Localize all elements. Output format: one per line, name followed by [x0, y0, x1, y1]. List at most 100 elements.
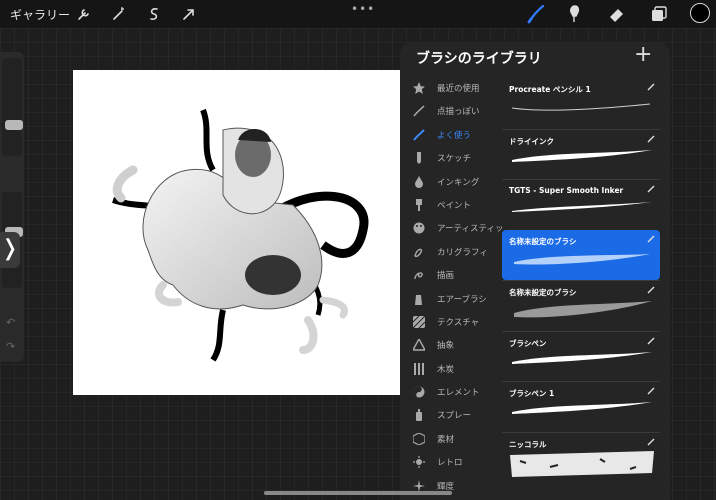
scribble-icon [414, 272, 423, 280]
feather-stroke-icon [413, 105, 425, 117]
brush-stroke-preview [510, 450, 654, 477]
category-item[interactable]: 点描っぽい [400, 101, 503, 124]
category-label: 輝度 [437, 481, 455, 492]
airbrush-icon [415, 294, 422, 305]
category-item[interactable]: エレメント [400, 382, 503, 405]
category-item[interactable]: レトロ [400, 452, 503, 475]
category-label: スケッチ [437, 154, 472, 165]
brush-size-slider[interactable] [2, 58, 23, 156]
star-icon [413, 82, 425, 94]
yin-yang-icon [413, 386, 425, 398]
brush-library-panel: ブラシのライブラリ + 最近の使用 点描っぽい よく使う スケッチ インキング ペイントア… [400, 42, 670, 500]
brush-item[interactable]: Procreate ペンシル 1 [502, 78, 660, 129]
undo-icon[interactable]: ↶ [6, 316, 15, 329]
brush-edit-icon[interactable] [647, 83, 655, 91]
brush-edit-icon[interactable] [647, 337, 655, 345]
smudge-icon[interactable] [565, 4, 585, 24]
selection-icon[interactable] [145, 5, 163, 23]
brush-item[interactable]: 名称未設定のブラシ [502, 229, 660, 280]
category-item[interactable]: ペイント [400, 195, 503, 218]
brush-size-thumb[interactable] [5, 120, 23, 130]
brush-stroke-preview [512, 351, 652, 364]
triangle-icon [413, 339, 425, 351]
brush-icon[interactable] [526, 4, 546, 24]
more-options-button[interactable]: ••• [351, 2, 375, 16]
brush-edit-icon[interactable] [647, 387, 655, 395]
category-item[interactable]: 描画 [400, 265, 503, 288]
top-toolbar: ギャラリー ••• [0, 0, 716, 28]
sidebar-toggle-chevron-icon[interactable]: ❭ [0, 232, 20, 268]
paint-brush-icon [416, 198, 422, 211]
wrench-icon[interactable] [75, 5, 93, 23]
category-item[interactable]: スケッチ [400, 148, 503, 171]
brush-item[interactable]: ニッコラル [502, 431, 660, 483]
category-item[interactable]: テクスチャ [400, 312, 503, 335]
category-label: よく使う [437, 130, 472, 141]
calligraphy-icon [414, 248, 423, 257]
category-label: エアーブラシ [437, 294, 487, 305]
category-label: 木炭 [437, 364, 455, 375]
category-item[interactable]: よく使う [400, 125, 503, 148]
home-indicator[interactable] [264, 491, 452, 495]
category-item[interactable]: カリグラフィ [400, 242, 503, 265]
category-item[interactable]: 最近の使用 [400, 78, 503, 101]
brush-item[interactable]: ブラシペン [502, 330, 660, 382]
redo-icon[interactable]: ↷ [6, 340, 15, 353]
category-label: カリグラフィ [437, 247, 488, 258]
magic-wand-icon[interactable] [110, 5, 128, 23]
category-label: アーティスティック [437, 224, 503, 235]
brush-stroke-preview [514, 301, 652, 318]
charcoal-icon [414, 362, 424, 375]
palette-icon [413, 222, 425, 234]
category-item[interactable]: インキング [400, 172, 503, 195]
brush-stroke-preview [512, 402, 652, 414]
category-label: エレメント [437, 388, 480, 399]
ink-drop-icon [415, 175, 423, 188]
category-label: 最近の使用 [437, 84, 480, 94]
category-label: 点描っぽい [437, 107, 480, 118]
brush-edit-icon[interactable] [647, 185, 655, 193]
sparkle-icon [413, 479, 425, 492]
brush-stroke-preview [511, 103, 651, 111]
category-label: レトロ [437, 458, 463, 469]
add-brush-button[interactable]: + [634, 42, 652, 67]
category-item[interactable]: 木炭 [400, 359, 503, 382]
left-sidebar: ↶ ↷ [0, 52, 24, 362]
brush-edit-icon[interactable] [647, 438, 655, 446]
gallery-button[interactable]: ギャラリー [10, 6, 70, 23]
brush-stroke-preview [512, 202, 652, 212]
category-item[interactable]: 素材 [400, 429, 503, 452]
category-label: 抽象 [437, 341, 455, 352]
layers-icon[interactable] [649, 4, 669, 24]
category-item[interactable]: スプレー [400, 405, 503, 428]
brush-item[interactable]: TGTS - Super Smooth Inker [502, 179, 660, 230]
category-item[interactable]: エアーブラシ [400, 289, 503, 312]
category-item[interactable]: 抽象 [400, 335, 503, 358]
category-item[interactable]: アーティスティック [400, 218, 503, 241]
eraser-icon[interactable] [607, 4, 627, 24]
brush-item[interactable]: 名称未設定のブラシ [502, 280, 660, 331]
category-label: 素材 [437, 434, 455, 445]
brush-item[interactable]: ドライインク [502, 128, 660, 180]
category-item[interactable]: 輝度 [400, 476, 503, 499]
brush-category-list: 最近の使用点描っぽいよく使うスケッチインキングペイントアーティスティックカリグラ… [400, 78, 503, 499]
texture-icon [413, 315, 425, 328]
drawing-canvas[interactable] [73, 70, 400, 395]
brush-list: Procreate ペンシル 1 ドライインク TGTS - Super Smoot… [502, 78, 660, 482]
brush-edit-icon[interactable] [647, 235, 655, 243]
spray-can-icon [416, 409, 422, 422]
artwork-illustration [112, 108, 369, 362]
category-label: スプレー [437, 411, 472, 422]
transform-arrow-icon[interactable] [180, 5, 198, 23]
retro-sun-icon [413, 456, 425, 469]
color-picker[interactable] [690, 3, 710, 23]
brush-stroke-icon [413, 129, 425, 141]
category-label: テクスチャ [437, 317, 480, 328]
pencil-icon [417, 152, 421, 165]
brush-edit-icon[interactable] [647, 286, 655, 294]
brush-edit-icon[interactable] [647, 135, 655, 143]
cube-icon [413, 432, 425, 445]
category-label: 描画 [437, 271, 455, 282]
brush-stroke-preview [514, 253, 650, 265]
brush-item[interactable]: ブラシペン 1 [502, 381, 660, 432]
